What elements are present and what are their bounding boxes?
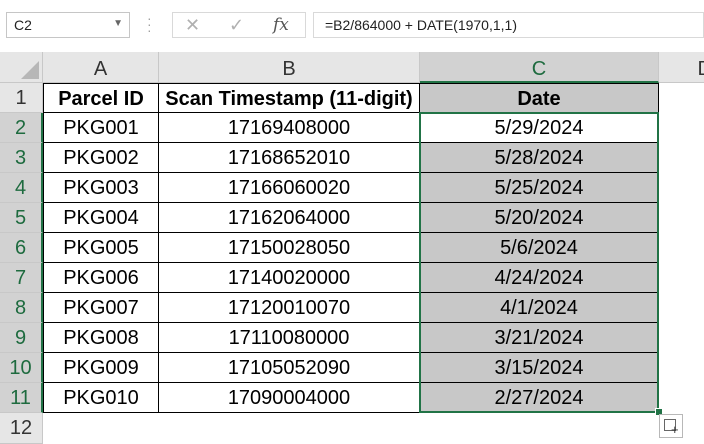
- name-box-value: C2: [14, 17, 32, 33]
- chevron-down-icon[interactable]: ▼: [113, 18, 123, 29]
- insert-function-icon[interactable]: fx: [273, 15, 289, 35]
- cell-b6[interactable]: 17150028050: [159, 233, 420, 263]
- row-header-11[interactable]: 11: [0, 383, 43, 413]
- row-header-2[interactable]: 2: [0, 113, 43, 143]
- cell-b5[interactable]: 17162064000: [159, 203, 420, 233]
- cell-a6[interactable]: PKG005: [43, 233, 159, 263]
- cell-c9[interactable]: 3/21/2024: [420, 323, 659, 353]
- column-header-d-label: D: [698, 58, 704, 80]
- cell-c3[interactable]: 5/28/2024: [420, 143, 659, 173]
- enter-icon[interactable]: ✓: [229, 15, 244, 36]
- cell-b10[interactable]: 17105052090: [159, 353, 420, 383]
- cell-b11[interactable]: 17090004000: [159, 383, 420, 413]
- cell-c8[interactable]: 4/1/2024: [420, 293, 659, 323]
- drag-handle-icon[interactable]: · · ·: [147, 11, 152, 37]
- cell-a2[interactable]: PKG001: [43, 113, 159, 143]
- row-header-12[interactable]: 12: [0, 413, 43, 444]
- cell-a3[interactable]: PKG002: [43, 143, 159, 173]
- row-header-1[interactable]: 1: [0, 83, 43, 113]
- cell-a11[interactable]: PKG010: [43, 383, 159, 413]
- row-header-3[interactable]: 3: [0, 143, 43, 173]
- cancel-icon[interactable]: ✕: [185, 15, 200, 36]
- cell-a5[interactable]: PKG004: [43, 203, 159, 233]
- cell-a7[interactable]: PKG006: [43, 263, 159, 293]
- row-header-5[interactable]: 5: [0, 203, 43, 233]
- cell-c7[interactable]: 4/24/2024: [420, 263, 659, 293]
- cell-b9[interactable]: 17110080000: [159, 323, 420, 353]
- cell-a4[interactable]: PKG003: [43, 173, 159, 203]
- cell-c6[interactable]: 5/6/2024: [420, 233, 659, 263]
- plus-icon: +: [671, 422, 679, 437]
- cell-c1[interactable]: Date: [420, 83, 659, 113]
- cell-c4[interactable]: 5/25/2024: [420, 173, 659, 203]
- column-header-c[interactable]: C: [420, 52, 659, 83]
- cell-c10[interactable]: 3/15/2024: [420, 353, 659, 383]
- row-header-4[interactable]: 4: [0, 173, 43, 203]
- cell-c2[interactable]: 5/29/2024: [420, 113, 659, 143]
- cell-a10[interactable]: PKG009: [43, 353, 159, 383]
- cell-b7[interactable]: 17140020000: [159, 263, 420, 293]
- quick-analysis-button[interactable]: +: [659, 414, 683, 438]
- select-all-triangle-icon: [21, 61, 39, 79]
- cell-c5[interactable]: 5/20/2024: [420, 203, 659, 233]
- cell-b4[interactable]: 17166060020: [159, 173, 420, 203]
- row-header-6[interactable]: 6: [0, 233, 43, 263]
- name-box[interactable]: C2 ▼: [6, 12, 130, 38]
- formula-input[interactable]: =B2/864000 + DATE(1970,1,1): [313, 12, 704, 38]
- column-header-a[interactable]: A: [43, 52, 159, 83]
- formula-buttons: ✕ ✓ fx: [172, 12, 306, 38]
- cell-a1[interactable]: Parcel ID: [43, 83, 159, 113]
- select-all-button[interactable]: [0, 52, 43, 83]
- cell-b3[interactable]: 17168652010: [159, 143, 420, 173]
- cell-b2[interactable]: 17169408000: [159, 113, 420, 143]
- cell-a9[interactable]: PKG008: [43, 323, 159, 353]
- row-header-8[interactable]: 8: [0, 293, 43, 323]
- formula-text: =B2/864000 + DATE(1970,1,1): [325, 17, 517, 33]
- cell-c11[interactable]: 2/27/2024: [420, 383, 659, 413]
- row-header-7[interactable]: 7: [0, 263, 43, 293]
- cell-a8[interactable]: PKG007: [43, 293, 159, 323]
- cell-b8[interactable]: 17120010070: [159, 293, 420, 323]
- column-header-d[interactable]: D: [659, 52, 704, 83]
- row-header-10[interactable]: 10: [0, 353, 43, 383]
- formula-bar: C2 ▼ · · · ✕ ✓ fx =B2/864000 + DATE(1970,1…: [0, 0, 704, 52]
- row-header-9[interactable]: 9: [0, 323, 43, 353]
- cell-b1[interactable]: Scan Timestamp (11-digit): [159, 83, 420, 113]
- column-header-b[interactable]: B: [159, 52, 420, 83]
